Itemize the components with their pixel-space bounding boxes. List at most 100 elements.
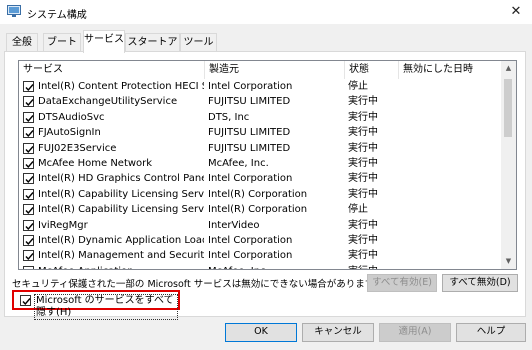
manufacturer-cell: Intel(R) Corporation	[208, 204, 308, 216]
service-checkbox[interactable]	[23, 173, 34, 185]
service-checkbox[interactable]	[23, 142, 34, 154]
service-checkbox[interactable]	[23, 219, 34, 231]
scroll-thumb[interactable]	[504, 79, 512, 137]
service-checkbox[interactable]	[23, 127, 34, 139]
service-name-cell: FUJ02E3Service	[38, 142, 117, 154]
vertical-scrollbar[interactable]: ▲ ▼	[501, 61, 516, 269]
tab-strip: 全般 ブート サービス スタートアップ ツール	[0, 30, 532, 65]
manufacturer-cell: DTS, Inc	[208, 111, 250, 123]
service-name-cell: Intel(R) HD Graphics Control Panel S...	[38, 173, 204, 185]
service-name-cell: DataExchangeUtilityService	[38, 96, 178, 108]
table-row[interactable]: DTSAudioSvc DTS, Inc 実行中	[19, 110, 503, 126]
protected-services-note: セキュリティ保護された一部の Microsoft サービスは無効にできない場合が…	[12, 279, 383, 290]
checkmark-icon	[25, 238, 34, 246]
status-cell: 実行中	[348, 111, 378, 123]
service-name-cell: DTSAudioSvc	[38, 111, 105, 123]
service-checkbox[interactable]	[23, 96, 34, 108]
status-cell: 実行中	[348, 127, 378, 139]
column-header-service[interactable]: サービス	[19, 61, 205, 79]
ok-button[interactable]: OK	[225, 323, 297, 342]
checkmark-icon	[25, 114, 34, 122]
hide-microsoft-services-highlight: Microsoft のサービスをすべて隠す(H)	[12, 290, 180, 320]
service-checkbox[interactable]	[23, 111, 34, 123]
table-row[interactable]: Intel(R) Dynamic Application Loader ... I…	[19, 233, 503, 249]
manufacturer-cell: FUJITSU LIMITED	[208, 142, 291, 154]
checkmark-icon	[25, 145, 34, 153]
checkmark-icon	[22, 298, 31, 306]
status-cell: 実行中	[348, 142, 378, 154]
column-header-disabled-date[interactable]: 無効にした日時	[399, 61, 503, 79]
manufacturer-cell: FUJITSU LIMITED	[208, 127, 291, 139]
status-cell: 実行中	[348, 264, 398, 269]
checkmark-icon	[25, 222, 34, 230]
service-checkbox[interactable]	[23, 158, 34, 169]
status-cell: 実行中	[348, 250, 378, 262]
table-row[interactable]: Intel(R) Capability Licensing Service ..…	[19, 202, 503, 218]
table-row[interactable]: Intel(R) Management and Security A... Int…	[19, 248, 503, 264]
checkmark-icon	[25, 191, 34, 199]
close-button[interactable]: ✕	[500, 0, 532, 24]
services-list[interactable]: サービス 製造元 状態 無効にした日時 Intel(R) Content Pro…	[18, 60, 517, 270]
service-name-cell: Intel(R) Capability Licensing Service ..…	[38, 204, 204, 216]
checkmark-icon	[25, 207, 34, 215]
tab-services[interactable]: サービス	[83, 30, 125, 53]
status-cell: 実行中	[348, 235, 378, 246]
tab-tools[interactable]: ツール	[180, 33, 217, 52]
checkmark-icon	[25, 84, 34, 92]
disable-all-button[interactable]: すべて無効(D)	[442, 274, 518, 292]
window-title: システム構成	[27, 10, 87, 21]
column-header-status[interactable]: 状態	[345, 61, 399, 79]
tab-startup[interactable]: スタートアップ	[125, 33, 180, 65]
manufacturer-cell: Intel Corporation	[208, 173, 293, 185]
status-cell: 実行中	[348, 219, 378, 231]
scroll-up-arrow-icon[interactable]: ▲	[501, 61, 516, 76]
column-header-manufacturer[interactable]: 製造元	[205, 61, 345, 79]
table-row[interactable]: McAfee Home Network McAfee, Inc. 実行中	[19, 156, 503, 172]
checkmark-icon	[25, 99, 34, 107]
status-cell: 実行中	[348, 158, 378, 169]
checkmark-icon	[25, 253, 34, 261]
service-name-cell: Intel(R) Content Protection HECI Ser...	[38, 81, 204, 92]
service-checkbox[interactable]	[23, 188, 34, 200]
service-checkbox[interactable]	[23, 204, 34, 216]
manufacturer-cell: McAfee, Inc.	[208, 158, 269, 169]
title-bar: システム構成 ✕	[0, 0, 532, 24]
service-checkbox[interactable]	[23, 235, 34, 246]
manufacturer-cell: InterVideo	[208, 219, 260, 231]
service-checkbox[interactable]	[23, 250, 34, 262]
service-checkbox[interactable]	[23, 265, 34, 269]
service-name-cell: IviRegMgr	[38, 219, 88, 231]
help-button[interactable]: ヘルプ	[456, 323, 526, 342]
manufacturer-cell: Intel Corporation	[208, 235, 293, 246]
table-row[interactable]: Intel(R) HD Graphics Control Panel S... I…	[19, 171, 503, 187]
service-name-cell: McAfee Application...	[38, 264, 204, 269]
service-name-cell: Intel(R) Dynamic Application Loader ...	[38, 235, 204, 246]
enable-all-button[interactable]: すべて有効(E)	[367, 274, 437, 292]
manufacturer-cell: Intel Corporation	[208, 81, 293, 92]
table-row[interactable]: DataExchangeUtilityService FUJITSU LIMITE…	[19, 94, 503, 110]
table-row[interactable]: Intel(R) Capability Licensing Service I.…	[19, 187, 503, 203]
status-cell: 停止	[348, 204, 368, 216]
service-name-cell: Intel(R) Management and Security A...	[38, 250, 204, 262]
service-checkbox[interactable]	[23, 81, 34, 92]
table-row[interactable]: IviRegMgr InterVideo 実行中	[19, 218, 503, 234]
status-cell: 実行中	[348, 188, 378, 200]
hide-microsoft-services-label[interactable]: Microsoft のサービスをすべて隠す(H)	[34, 294, 178, 320]
status-cell: 実行中	[348, 96, 378, 108]
checkmark-icon	[25, 161, 34, 169]
table-row[interactable]: FUJ02E3Service FUJITSU LIMITED 実行中	[19, 141, 503, 157]
tab-general[interactable]: 全般	[6, 33, 38, 52]
hide-microsoft-services-checkbox[interactable]	[20, 295, 31, 306]
checkmark-icon	[32, 268, 33, 269]
table-row[interactable]: McAfee Application... McAfee, Inc. 実行中	[19, 264, 503, 269]
service-name-cell: Intel(R) Capability Licensing Service I.…	[38, 188, 204, 200]
table-row[interactable]: FJAutoSignIn FUJITSU LIMITED 実行中	[19, 125, 503, 141]
status-cell: 停止	[348, 81, 368, 92]
cancel-button[interactable]: キャンセル	[302, 323, 374, 342]
apply-button[interactable]: 適用(A)	[379, 323, 451, 342]
scroll-down-arrow-icon[interactable]: ▼	[501, 254, 516, 269]
table-row[interactable]: Intel(R) Content Protection HECI Ser... I…	[19, 79, 503, 95]
checkmark-icon	[25, 176, 34, 184]
status-cell: 実行中	[348, 173, 378, 185]
tab-boot[interactable]: ブート	[43, 33, 81, 52]
